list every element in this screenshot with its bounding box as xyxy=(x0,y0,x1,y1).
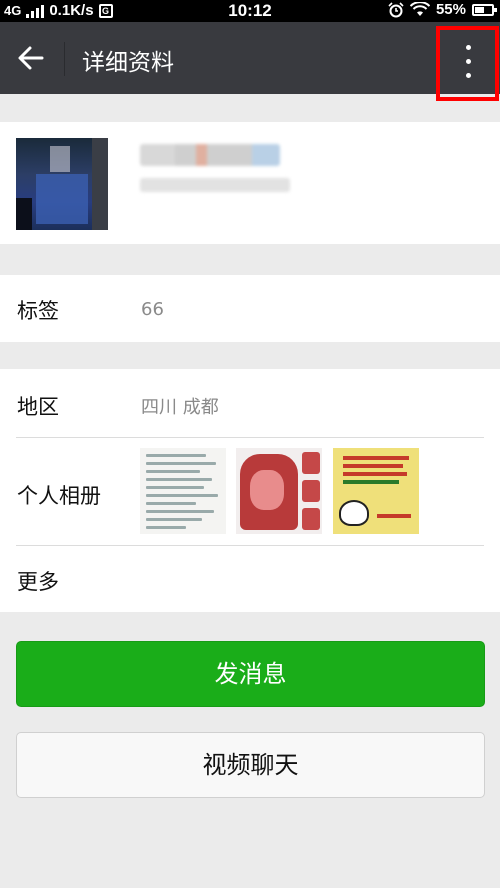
hoodie-pattern xyxy=(250,470,284,510)
comic-text xyxy=(343,472,407,476)
more-label: 更多 xyxy=(17,570,59,594)
avatar[interactable] xyxy=(16,138,108,230)
text-line xyxy=(146,494,218,497)
more-row[interactable]: 更多 xyxy=(0,546,500,612)
comic-face xyxy=(339,500,369,526)
page-title: 详细资料 xyxy=(82,50,174,76)
hoodie-small xyxy=(302,452,320,474)
text-line xyxy=(146,510,214,513)
hoodie-small xyxy=(302,480,320,502)
text-line xyxy=(146,486,204,489)
comic-text xyxy=(343,480,399,484)
battery-level xyxy=(475,6,484,13)
text-line xyxy=(146,462,216,465)
status-right: 55% xyxy=(388,1,497,18)
region-value: 四川 成都 xyxy=(141,397,219,418)
title-divider xyxy=(64,42,65,76)
region-label: 地区 xyxy=(17,395,59,419)
tag-row[interactable]: 标签 66 xyxy=(0,275,500,342)
text-line xyxy=(146,502,196,505)
text-line xyxy=(146,518,202,521)
album-label: 个人相册 xyxy=(17,484,101,508)
album-thumbnail-text[interactable] xyxy=(140,448,226,534)
blurred-wechat-id xyxy=(140,178,290,192)
alarm-icon xyxy=(388,1,404,17)
avatar-blur xyxy=(50,146,70,172)
wifi-icon xyxy=(409,2,430,16)
profile-card[interactable] xyxy=(0,122,500,244)
hoodie-small xyxy=(302,508,320,530)
album-thumbnail-hoodie[interactable] xyxy=(236,448,322,534)
avatar-blur xyxy=(36,174,88,224)
blurred-nickname xyxy=(140,144,280,166)
status-bar: 4G 0.1K/s G 10:12 55% xyxy=(0,0,500,22)
region-row[interactable]: 地区 四川 成都 xyxy=(0,369,500,437)
comic-text xyxy=(377,514,411,518)
album-thumbnail-comic[interactable] xyxy=(333,448,419,534)
arrow-left-icon xyxy=(18,46,44,70)
battery-icon xyxy=(472,3,497,16)
avatar-blur xyxy=(92,138,108,230)
text-line xyxy=(146,526,186,529)
highlight-box xyxy=(436,26,499,101)
tag-group: 标签 66 xyxy=(0,275,500,342)
comic-text xyxy=(343,456,409,460)
back-button[interactable] xyxy=(10,34,54,82)
comic-text xyxy=(343,464,403,468)
text-line xyxy=(146,454,206,457)
tag-label: 标签 xyxy=(17,299,59,323)
battery-percent: 55% xyxy=(435,1,466,18)
video-chat-button[interactable]: 视频聊天 xyxy=(16,732,485,798)
tag-value: 66 xyxy=(141,299,164,320)
title-bar: 详细资料 xyxy=(0,22,500,94)
text-line xyxy=(146,478,212,481)
text-line xyxy=(146,470,200,473)
send-message-button[interactable]: 发消息 xyxy=(16,641,485,707)
avatar-blur xyxy=(16,198,32,230)
